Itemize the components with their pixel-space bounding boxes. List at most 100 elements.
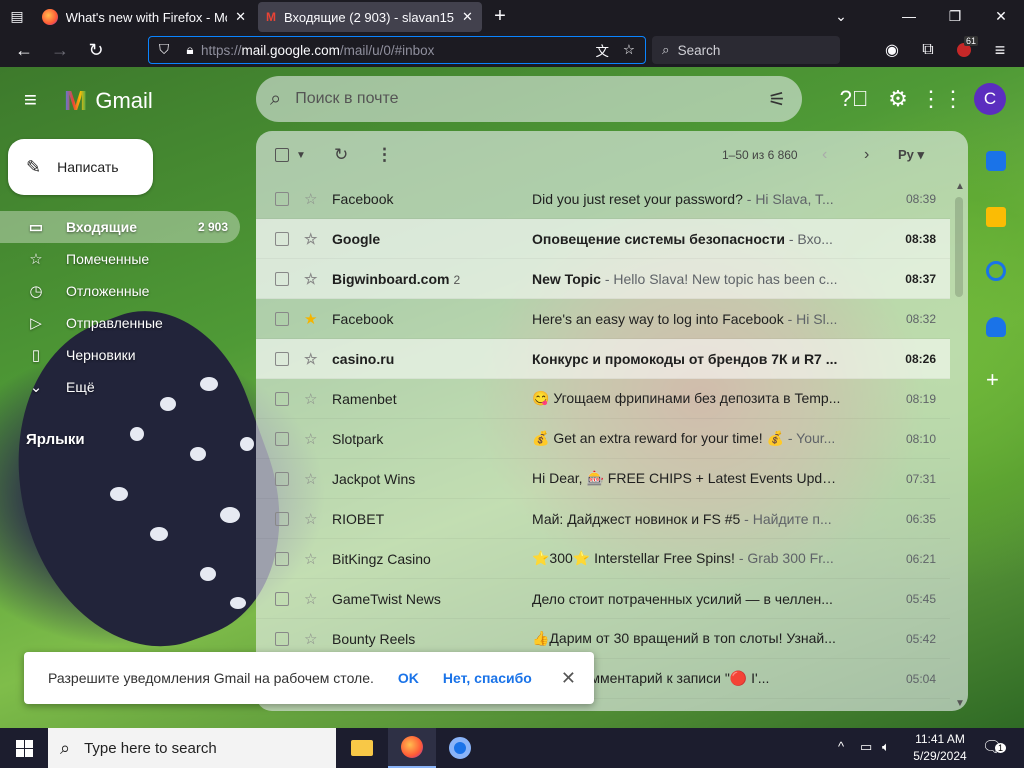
settings-icon[interactable]: ⚙: [880, 81, 916, 117]
star-icon[interactable]: ☆: [304, 350, 317, 368]
row-checkbox[interactable]: [275, 631, 289, 646]
close-tab-icon[interactable]: ✕: [235, 9, 246, 25]
windows-start-icon[interactable]: [0, 728, 48, 768]
refresh-icon[interactable]: ↻: [334, 145, 348, 165]
star-icon[interactable]: ☆: [304, 230, 317, 248]
calendar-icon[interactable]: [986, 151, 1006, 171]
apps-grid-icon[interactable]: ⋮⋮: [920, 81, 964, 117]
email-row[interactable]: ☆ casino.ru Конкурс и промокоды от брендов…: [256, 339, 950, 379]
email-row[interactable]: ☆ Google Оповещение системы безопасности -…: [256, 219, 950, 259]
close-window-button[interactable]: ✕: [978, 0, 1024, 32]
nav-sent[interactable]: ▷ Отправленные: [0, 307, 240, 339]
prev-page-icon[interactable]: ‹: [822, 146, 827, 164]
star-icon[interactable]: ☆: [304, 550, 317, 568]
star-icon[interactable]: ☆: [304, 390, 317, 408]
reload-button[interactable]: ↻: [82, 36, 110, 64]
new-tab-button[interactable]: +: [484, 0, 516, 32]
email-row[interactable]: ☆ GameTwist News Дело стоит потраченных ус…: [256, 579, 950, 619]
system-clock[interactable]: 11:41 AM 5/29/2024: [906, 731, 974, 765]
select-menu-icon[interactable]: ▼: [296, 150, 306, 161]
account-icon[interactable]: ◉: [878, 36, 906, 64]
notifications-icon[interactable]: 🗨︎ 1: [982, 737, 1007, 757]
taskbar-search[interactable]: ⌕ Type here to search: [48, 728, 336, 768]
volume-muted-icon[interactable]: 🔈︎: [882, 739, 890, 755]
bookmark-star-icon[interactable]: ☆: [623, 42, 635, 58]
email-row[interactable]: ☆ Ramenbet 😋 Угощаем фрипинами без депозит…: [256, 379, 950, 419]
row-checkbox[interactable]: [275, 431, 289, 446]
email-row[interactable]: ☆ Bigwinboard.com 2 New Topic - Hello Slava…: [256, 259, 950, 299]
nav-more[interactable]: ⌄ Ещё: [0, 371, 240, 403]
help-icon[interactable]: ?⃝: [836, 81, 872, 117]
row-checkbox[interactable]: [275, 511, 289, 526]
addon-icon[interactable]: 61: [950, 36, 978, 64]
star-icon[interactable]: ☆: [304, 510, 317, 528]
email-row[interactable]: ☆ Facebook Did you just reset your passwor…: [256, 179, 950, 219]
scrollbar[interactable]: ▲ ▼: [950, 179, 968, 711]
row-checkbox[interactable]: [275, 191, 289, 206]
nav-starred[interactable]: ☆ Помеченные: [0, 243, 240, 275]
row-checkbox[interactable]: [275, 551, 289, 566]
gmail-logo[interactable]: M Gmail: [64, 85, 153, 117]
translate-icon[interactable]: 文: [596, 40, 610, 60]
menu-icon[interactable]: ≡: [986, 36, 1014, 64]
file-explorer-icon[interactable]: [338, 728, 386, 768]
main-menu-icon[interactable]: ≡: [24, 87, 37, 113]
toast-ok-button[interactable]: OK: [398, 670, 419, 686]
email-row[interactable]: ☆ RIOBET Май: Дайджест новинок и FS #5 - Н…: [256, 499, 950, 539]
minimize-button[interactable]: —: [886, 0, 932, 32]
row-checkbox[interactable]: [275, 591, 289, 606]
add-addon-icon[interactable]: +: [986, 367, 999, 393]
mail-search[interactable]: ⌕ Поиск в почте ⚟: [256, 76, 802, 122]
contacts-icon[interactable]: [986, 317, 1006, 337]
list-all-tabs-icon[interactable]: ⌄: [818, 0, 864, 32]
star-icon[interactable]: ☆: [304, 430, 317, 448]
firefox-taskbar-icon[interactable]: [388, 728, 436, 768]
row-checkbox[interactable]: [275, 391, 289, 406]
row-checkbox[interactable]: [275, 471, 289, 486]
nav-inbox[interactable]: ▭ Входящие 2 903: [0, 211, 240, 243]
email-row[interactable]: ★ Facebook Here's an easy way to log into …: [256, 299, 950, 339]
shield-icon[interactable]: ⛉: [149, 42, 179, 58]
extensions-icon[interactable]: ⧉: [914, 36, 942, 64]
network-icon[interactable]: ▭: [860, 739, 872, 755]
star-icon[interactable]: ☆: [304, 590, 317, 608]
star-icon[interactable]: ☆: [304, 270, 317, 288]
star-icon[interactable]: ★: [304, 310, 317, 328]
mail-search-input[interactable]: Поиск в почте: [295, 90, 398, 108]
lock-icon[interactable]: 🔒︎: [179, 42, 201, 58]
chrome-taskbar-icon[interactable]: [436, 728, 484, 768]
url-bar[interactable]: ⛉ 🔒︎ https://mail.google.com/mail/u/0/#i…: [148, 36, 646, 64]
toast-no-button[interactable]: Нет, спасибо: [443, 670, 532, 686]
restore-button[interactable]: ❐: [932, 0, 978, 32]
close-tab-icon[interactable]: ✕: [462, 9, 473, 25]
forward-button[interactable]: →: [46, 36, 74, 64]
tab-list-icon[interactable]: ▤: [0, 0, 34, 32]
toast-close-icon[interactable]: ✕: [561, 668, 576, 689]
email-row[interactable]: ☆ Slotpark 💰 Get an extra reward for your …: [256, 419, 950, 459]
back-button[interactable]: ←: [10, 36, 38, 64]
search-icon[interactable]: ⌕: [270, 88, 281, 111]
row-checkbox[interactable]: [275, 311, 289, 326]
star-icon[interactable]: ☆: [304, 190, 317, 208]
row-checkbox[interactable]: [275, 271, 289, 286]
row-checkbox[interactable]: [275, 231, 289, 246]
keep-icon[interactable]: [986, 207, 1006, 227]
nav-drafts[interactable]: ▯ Черновики: [0, 339, 240, 371]
next-page-icon[interactable]: ›: [864, 146, 869, 164]
avatar[interactable]: C: [974, 83, 1006, 115]
tab-gmail[interactable]: M Входящие (2 903) - slavan1510@ ✕: [258, 2, 482, 32]
search-filters-icon[interactable]: ⚟: [768, 87, 786, 112]
compose-button[interactable]: ✎ Написать: [8, 139, 153, 195]
tray-chevron-icon[interactable]: ^: [838, 739, 844, 754]
star-icon[interactable]: ☆: [304, 630, 317, 648]
star-icon[interactable]: ☆: [304, 470, 317, 488]
row-checkbox[interactable]: [275, 351, 289, 366]
more-options-icon[interactable]: ⋮: [376, 145, 393, 165]
search-bar[interactable]: ⌕ Search: [652, 36, 840, 64]
email-row[interactable]: ☆ BitKingz Casino ⭐300⭐ Interstellar Free …: [256, 539, 950, 579]
input-language[interactable]: Ру ▾: [898, 147, 924, 163]
select-all-checkbox[interactable]: [275, 148, 289, 162]
nav-snoozed[interactable]: ◷ Отложенные: [0, 275, 240, 307]
tab-firefox-news[interactable]: What's new with Firefox - More ✕: [34, 2, 254, 32]
tasks-icon[interactable]: [986, 261, 1006, 281]
